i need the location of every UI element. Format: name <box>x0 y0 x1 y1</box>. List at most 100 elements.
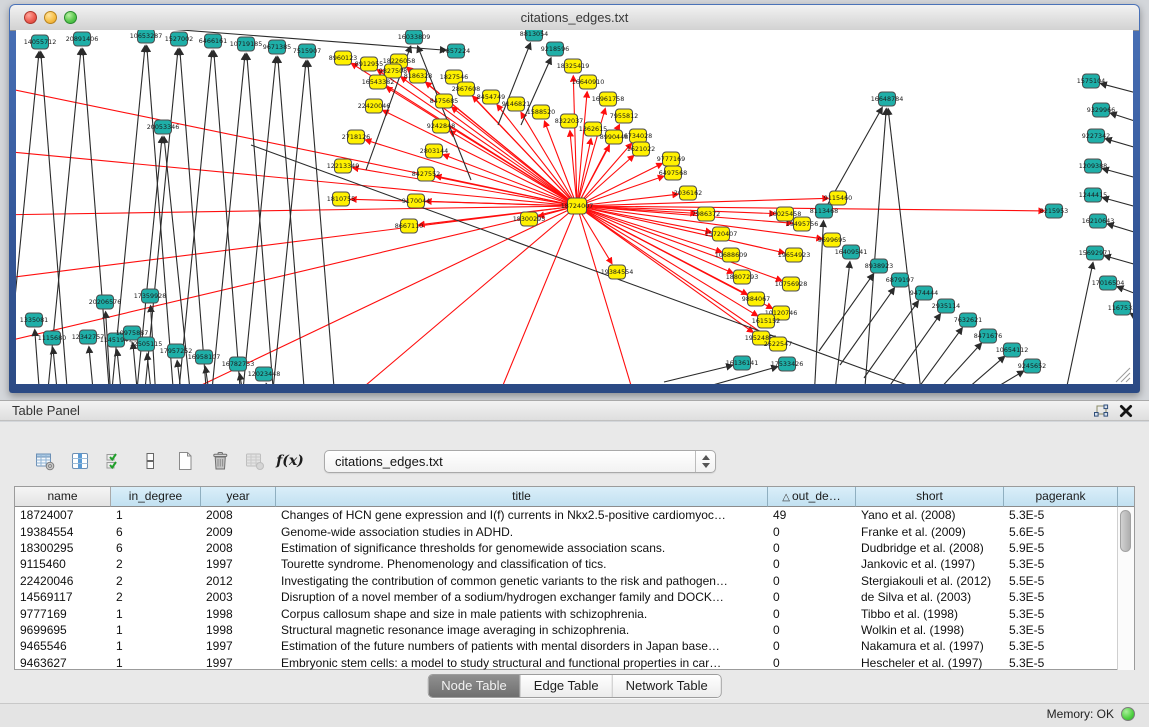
graph-node[interactable]: 8471676 <box>974 329 1002 343</box>
graph-node[interactable]: 6879197 <box>886 273 914 287</box>
graph-edge[interactable] <box>688 367 777 384</box>
graph-edge[interactable] <box>1064 263 1093 384</box>
graph-node[interactable]: 1335081 <box>20 313 48 327</box>
graph-edge[interactable] <box>819 274 873 351</box>
create-table-button[interactable] <box>174 450 196 472</box>
graph-edge[interactable] <box>864 109 886 384</box>
show-column-button[interactable] <box>69 450 91 472</box>
graph-edge[interactable] <box>53 348 58 384</box>
tab-network-table[interactable]: Network Table <box>613 675 721 697</box>
graph-node[interactable]: 7986372 <box>692 207 720 221</box>
graph-node[interactable]: 7955812 <box>610 109 638 123</box>
graph-node[interactable]: 2718126 <box>342 130 370 144</box>
network-canvas[interactable]: 1872400718300295896012389129551822605898… <box>16 30 1133 384</box>
graph-edge[interactable] <box>908 328 962 384</box>
column-header-year[interactable]: year <box>201 487 276 507</box>
graph-edge[interactable] <box>89 347 94 384</box>
graph-node[interactable]: 14055712 <box>24 35 57 49</box>
graph-node[interactable]: 12213349 <box>327 159 360 173</box>
table-row[interactable]: 911546021997Tourette syndrome. Phenomeno… <box>15 556 1118 572</box>
graph-node[interactable]: 2036162 <box>674 186 702 200</box>
column-header-name[interactable]: name <box>15 487 111 507</box>
table-select-combobox[interactable]: citations_edges.txt <box>324 450 716 473</box>
table-row[interactable]: 969969511998Structural magnetic resonanc… <box>15 622 1118 638</box>
table-row[interactable]: 977716911998Corpus callosum shape and si… <box>15 605 1118 621</box>
column-header-out-de-[interactable]: △out_de… <box>768 487 856 507</box>
graph-node[interactable]: 16648784 <box>871 92 904 106</box>
graph-node[interactable]: 16961758 <box>592 92 625 106</box>
graph-node[interactable]: 9329966 <box>1087 103 1115 117</box>
scrollbar-thumb[interactable] <box>1120 510 1131 552</box>
cell-entry-button[interactable] <box>139 450 161 472</box>
memory-indicator-icon[interactable] <box>1121 707 1135 721</box>
graph-node[interactable]: 18325419 <box>557 59 590 73</box>
function-builder-button[interactable]: f(x) <box>279 450 301 472</box>
graph-edge[interactable] <box>16 206 577 215</box>
graph-node[interactable]: 20053346 <box>147 120 180 134</box>
table-row[interactable]: 1830029562008Estimation of significance … <box>15 540 1118 556</box>
column-header-short[interactable]: short <box>856 487 1004 507</box>
graph-edge[interactable] <box>211 54 245 384</box>
graph-edge[interactable] <box>242 57 276 384</box>
graph-node[interactable]: 16210643 <box>1082 214 1115 228</box>
graph-edge[interactable] <box>1101 84 1133 95</box>
graph-node[interactable]: 9245652 <box>1018 359 1046 373</box>
graph-node[interactable]: 7632621 <box>954 313 982 327</box>
graph-node[interactable]: 6466161 <box>199 34 227 48</box>
graph-edge[interactable] <box>577 163 662 206</box>
graph-node[interactable]: 17359928 <box>134 289 167 303</box>
table-row[interactable]: 1456911722003Disruption of a novel membe… <box>15 589 1118 605</box>
graph-node[interactable]: 10719185 <box>230 37 263 51</box>
graph-node[interactable]: 7515907 <box>293 44 321 58</box>
graph-node[interactable]: 9227342 <box>1082 129 1110 143</box>
graph-node[interactable]: 2935114 <box>932 299 960 313</box>
graph-edge[interactable] <box>144 49 178 384</box>
table-row[interactable]: 1938455462009Genome-wide association stu… <box>15 523 1118 539</box>
graph-edge[interactable] <box>117 350 122 384</box>
graph-node[interactable]: 16640910 <box>572 75 605 89</box>
graph-node[interactable]: 1244415 <box>1079 188 1107 202</box>
graph-node[interactable]: 19654923 <box>778 248 811 262</box>
graph-node[interactable]: 10688609 <box>715 248 748 262</box>
import-table-button[interactable] <box>244 450 266 472</box>
graph-edge[interactable] <box>864 301 918 378</box>
graph-edge[interactable] <box>1108 224 1133 235</box>
graph-edge[interactable] <box>834 262 850 384</box>
graph-edge[interactable] <box>1103 169 1133 180</box>
tab-edge-table[interactable]: Edge Table <box>521 675 613 697</box>
graph-node[interactable]: 7857224 <box>442 44 470 58</box>
graph-node[interactable]: 2803144 <box>420 144 448 158</box>
graph-node[interactable]: 9218596 <box>541 42 569 56</box>
graph-edge[interactable] <box>888 109 922 384</box>
graph-edge[interactable] <box>1105 256 1133 267</box>
table-scrollbar[interactable] <box>1117 507 1134 670</box>
column-header-in-degree[interactable]: in_degree <box>111 487 201 507</box>
graph-node[interactable]: 17533426 <box>771 357 804 371</box>
graph-edge[interactable] <box>1111 113 1133 124</box>
graph-node[interactable]: 8113468 <box>810 204 838 218</box>
delete-table-button[interactable] <box>209 450 231 472</box>
close-panel-icon[interactable] <box>1118 404 1134 418</box>
graph-node[interactable]: 1575104 <box>1077 74 1105 88</box>
graph-node[interactable]: 1527002 <box>165 32 193 46</box>
graph-node[interactable]: 20891406 <box>66 32 99 46</box>
graph-node[interactable]: 15692971 <box>1079 246 1112 260</box>
select-all-button[interactable] <box>104 450 126 472</box>
graph-edge[interactable] <box>346 206 577 384</box>
graph-edge[interactable] <box>1130 313 1133 322</box>
table-row[interactable]: 1872400712008Changes of HCN gene express… <box>15 507 1118 523</box>
table-row[interactable]: 2242004622012Investigating the contribut… <box>15 573 1118 589</box>
graph-edge[interactable] <box>496 206 577 384</box>
graph-node[interactable]: 15720407 <box>705 227 738 241</box>
table-row[interactable]: 946554611997Estimation of the future num… <box>15 638 1118 654</box>
graph-node[interactable]: 1209388 <box>1079 159 1107 173</box>
graph-edge[interactable] <box>178 51 212 384</box>
float-window-icon[interactable] <box>1093 404 1109 418</box>
table-row[interactable]: 946362711997Embryonic stem cells: a mode… <box>15 655 1118 671</box>
table-options-button[interactable] <box>34 450 56 472</box>
graph-node[interactable]: 20206576 <box>89 295 122 309</box>
graph-edge[interactable] <box>664 365 732 382</box>
graph-edge[interactable] <box>814 221 823 384</box>
tab-node-table[interactable]: Node Table <box>428 675 521 697</box>
graph-node[interactable]: 16782753 <box>222 357 255 371</box>
